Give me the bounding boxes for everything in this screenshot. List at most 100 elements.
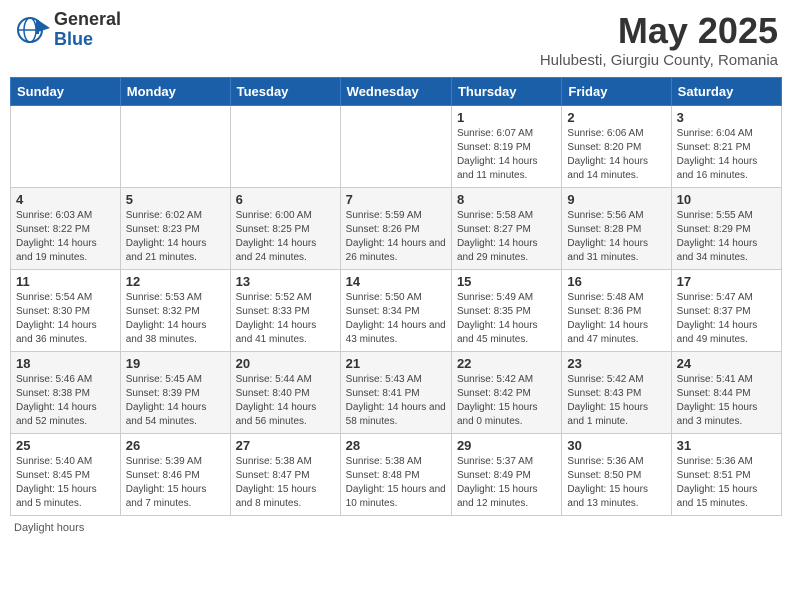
day-number: 25 (16, 438, 115, 453)
calendar-cell: 23 Sunrise: 5:42 AMSunset: 8:43 PMDayligh… (562, 352, 671, 434)
day-number: 11 (16, 274, 115, 289)
day-number: 23 (567, 356, 665, 371)
calendar-cell: 25 Sunrise: 5:40 AMSunset: 8:45 PMDayligh… (11, 434, 121, 516)
month-title: May 2025 (540, 10, 778, 52)
page-header: General Blue May 2025 Hulubesti, Giurgiu… (10, 10, 782, 69)
day-number: 20 (236, 356, 335, 371)
day-detail: Sunrise: 5:45 AMSunset: 8:39 PMDaylight:… (126, 373, 225, 429)
calendar-week-row: 11Sunrise: 5:54 AMSunset: 8:30 PMDayligh… (11, 270, 782, 352)
calendar-cell: 28 Sunrise: 5:38 AMSunset: 8:48 PMDayligh… (340, 434, 451, 516)
day-number: 17 (677, 274, 776, 289)
calendar-cell: 14 Sunrise: 5:50 AMSunset: 8:34 PMDayligh… (340, 270, 451, 352)
day-detail: Sunrise: 6:07 AMSunset: 8:19 PMDaylight:… (457, 127, 556, 183)
day-number: 26 (126, 438, 225, 453)
calendar-cell: 15 Sunrise: 5:49 AMSunset: 8:35 PMDayligh… (451, 270, 561, 352)
day-number: 21 (346, 356, 446, 371)
day-number: 13 (236, 274, 335, 289)
header-sunday: Sunday (11, 78, 121, 106)
calendar-cell: 4Sunrise: 6:03 AMSunset: 8:22 PMDaylight… (11, 188, 121, 270)
day-detail: Sunrise: 6:04 AMSunset: 8:21 PMDaylight:… (677, 127, 776, 183)
day-detail: Sunrise: 5:58 AMSunset: 8:27 PMDaylight:… (457, 209, 556, 265)
calendar-week-row: 1 Sunrise: 6:07 AMSunset: 8:19 PMDaylight… (11, 106, 782, 188)
day-number: 3 (677, 110, 776, 125)
day-number: 28 (346, 438, 446, 453)
calendar-cell (340, 106, 451, 188)
logo-general-text: General (54, 10, 121, 30)
day-detail: Sunrise: 5:37 AMSunset: 8:49 PMDaylight:… (457, 455, 556, 511)
day-detail: Sunrise: 6:06 AMSunset: 8:20 PMDaylight:… (567, 127, 665, 183)
day-number: 18 (16, 356, 115, 371)
day-number: 2 (567, 110, 665, 125)
calendar-cell: 7 Sunrise: 5:59 AMSunset: 8:26 PMDaylight… (340, 188, 451, 270)
calendar-cell: 18Sunrise: 5:46 AMSunset: 8:38 PMDayligh… (11, 352, 121, 434)
day-detail: Sunrise: 5:40 AMSunset: 8:45 PMDaylight:… (16, 455, 115, 511)
calendar-header-row: Sunday Monday Tuesday Wednesday Thursday… (11, 78, 782, 106)
calendar-cell: 22 Sunrise: 5:42 AMSunset: 8:42 PMDayligh… (451, 352, 561, 434)
day-number: 27 (236, 438, 335, 453)
calendar-cell: 29 Sunrise: 5:37 AMSunset: 8:49 PMDayligh… (451, 434, 561, 516)
calendar-cell (120, 106, 230, 188)
day-number: 7 (346, 192, 446, 207)
calendar-cell: 9 Sunrise: 5:56 AMSunset: 8:28 PMDaylight… (562, 188, 671, 270)
day-detail: Sunrise: 5:38 AMSunset: 8:47 PMDaylight:… (236, 455, 335, 511)
day-number: 1 (457, 110, 556, 125)
day-detail: Sunrise: 5:59 AMSunset: 8:26 PMDaylight:… (346, 209, 446, 265)
calendar-cell: 10Sunrise: 5:55 AMSunset: 8:29 PMDayligh… (671, 188, 781, 270)
calendar-cell: 1 Sunrise: 6:07 AMSunset: 8:19 PMDaylight… (451, 106, 561, 188)
header-wednesday: Wednesday (340, 78, 451, 106)
day-detail: Sunrise: 5:36 AMSunset: 8:51 PMDaylight:… (677, 455, 776, 511)
day-detail: Sunrise: 5:56 AMSunset: 8:28 PMDaylight:… (567, 209, 665, 265)
day-detail: Sunrise: 5:55 AMSunset: 8:29 PMDaylight:… (677, 209, 776, 265)
calendar-cell: 13Sunrise: 5:52 AMSunset: 8:33 PMDayligh… (230, 270, 340, 352)
day-number: 31 (677, 438, 776, 453)
day-number: 16 (567, 274, 665, 289)
footer-note-text: Daylight hours (14, 522, 84, 534)
day-detail: Sunrise: 5:41 AMSunset: 8:44 PMDaylight:… (677, 373, 776, 429)
day-number: 8 (457, 192, 556, 207)
calendar-cell: 3 Sunrise: 6:04 AMSunset: 8:21 PMDaylight… (671, 106, 781, 188)
day-detail: Sunrise: 6:02 AMSunset: 8:23 PMDaylight:… (126, 209, 225, 265)
day-detail: Sunrise: 5:53 AMSunset: 8:32 PMDaylight:… (126, 291, 225, 347)
day-detail: Sunrise: 5:49 AMSunset: 8:35 PMDaylight:… (457, 291, 556, 347)
calendar-week-row: 4Sunrise: 6:03 AMSunset: 8:22 PMDaylight… (11, 188, 782, 270)
day-detail: Sunrise: 6:00 AMSunset: 8:25 PMDaylight:… (236, 209, 335, 265)
logo-icon (14, 12, 50, 48)
logo-text: General Blue (54, 10, 121, 50)
calendar-cell: 17Sunrise: 5:47 AMSunset: 8:37 PMDayligh… (671, 270, 781, 352)
calendar-cell: 11Sunrise: 5:54 AMSunset: 8:30 PMDayligh… (11, 270, 121, 352)
day-number: 5 (126, 192, 225, 207)
calendar-week-row: 25 Sunrise: 5:40 AMSunset: 8:45 PMDayligh… (11, 434, 782, 516)
calendar-cell: 6Sunrise: 6:00 AMSunset: 8:25 PMDaylight… (230, 188, 340, 270)
calendar-cell: 31 Sunrise: 5:36 AMSunset: 8:51 PMDayligh… (671, 434, 781, 516)
day-detail: Sunrise: 6:03 AMSunset: 8:22 PMDaylight:… (16, 209, 115, 265)
day-number: 9 (567, 192, 665, 207)
day-number: 15 (457, 274, 556, 289)
day-detail: Sunrise: 5:39 AMSunset: 8:46 PMDaylight:… (126, 455, 225, 511)
calendar-cell: 21Sunrise: 5:43 AMSunset: 8:41 PMDayligh… (340, 352, 451, 434)
header-tuesday: Tuesday (230, 78, 340, 106)
day-detail: Sunrise: 5:42 AMSunset: 8:42 PMDaylight:… (457, 373, 556, 429)
calendar-cell: 27 Sunrise: 5:38 AMSunset: 8:47 PMDayligh… (230, 434, 340, 516)
calendar-cell: 8 Sunrise: 5:58 AMSunset: 8:27 PMDaylight… (451, 188, 561, 270)
calendar-cell: 26 Sunrise: 5:39 AMSunset: 8:46 PMDayligh… (120, 434, 230, 516)
calendar-week-row: 18Sunrise: 5:46 AMSunset: 8:38 PMDayligh… (11, 352, 782, 434)
calendar-cell: 5 Sunrise: 6:02 AMSunset: 8:23 PMDaylight… (120, 188, 230, 270)
calendar-cell: 16Sunrise: 5:48 AMSunset: 8:36 PMDayligh… (562, 270, 671, 352)
day-detail: Sunrise: 5:50 AMSunset: 8:34 PMDaylight:… (346, 291, 446, 347)
calendar-cell (11, 106, 121, 188)
day-detail: Sunrise: 5:36 AMSunset: 8:50 PMDaylight:… (567, 455, 665, 511)
day-detail: Sunrise: 5:38 AMSunset: 8:48 PMDaylight:… (346, 455, 446, 511)
calendar-table: Sunday Monday Tuesday Wednesday Thursday… (10, 77, 782, 516)
day-number: 19 (126, 356, 225, 371)
day-number: 29 (457, 438, 556, 453)
day-number: 14 (346, 274, 446, 289)
calendar-cell: 12Sunrise: 5:53 AMSunset: 8:32 PMDayligh… (120, 270, 230, 352)
day-detail: Sunrise: 5:42 AMSunset: 8:43 PMDaylight:… (567, 373, 665, 429)
calendar-cell: 24Sunrise: 5:41 AMSunset: 8:44 PMDayligh… (671, 352, 781, 434)
logo: General Blue (14, 10, 121, 50)
header-friday: Friday (562, 78, 671, 106)
day-number: 30 (567, 438, 665, 453)
footer-note: Daylight hours (10, 522, 782, 534)
day-number: 22 (457, 356, 556, 371)
location-subtitle: Hulubesti, Giurgiu County, Romania (540, 52, 778, 69)
